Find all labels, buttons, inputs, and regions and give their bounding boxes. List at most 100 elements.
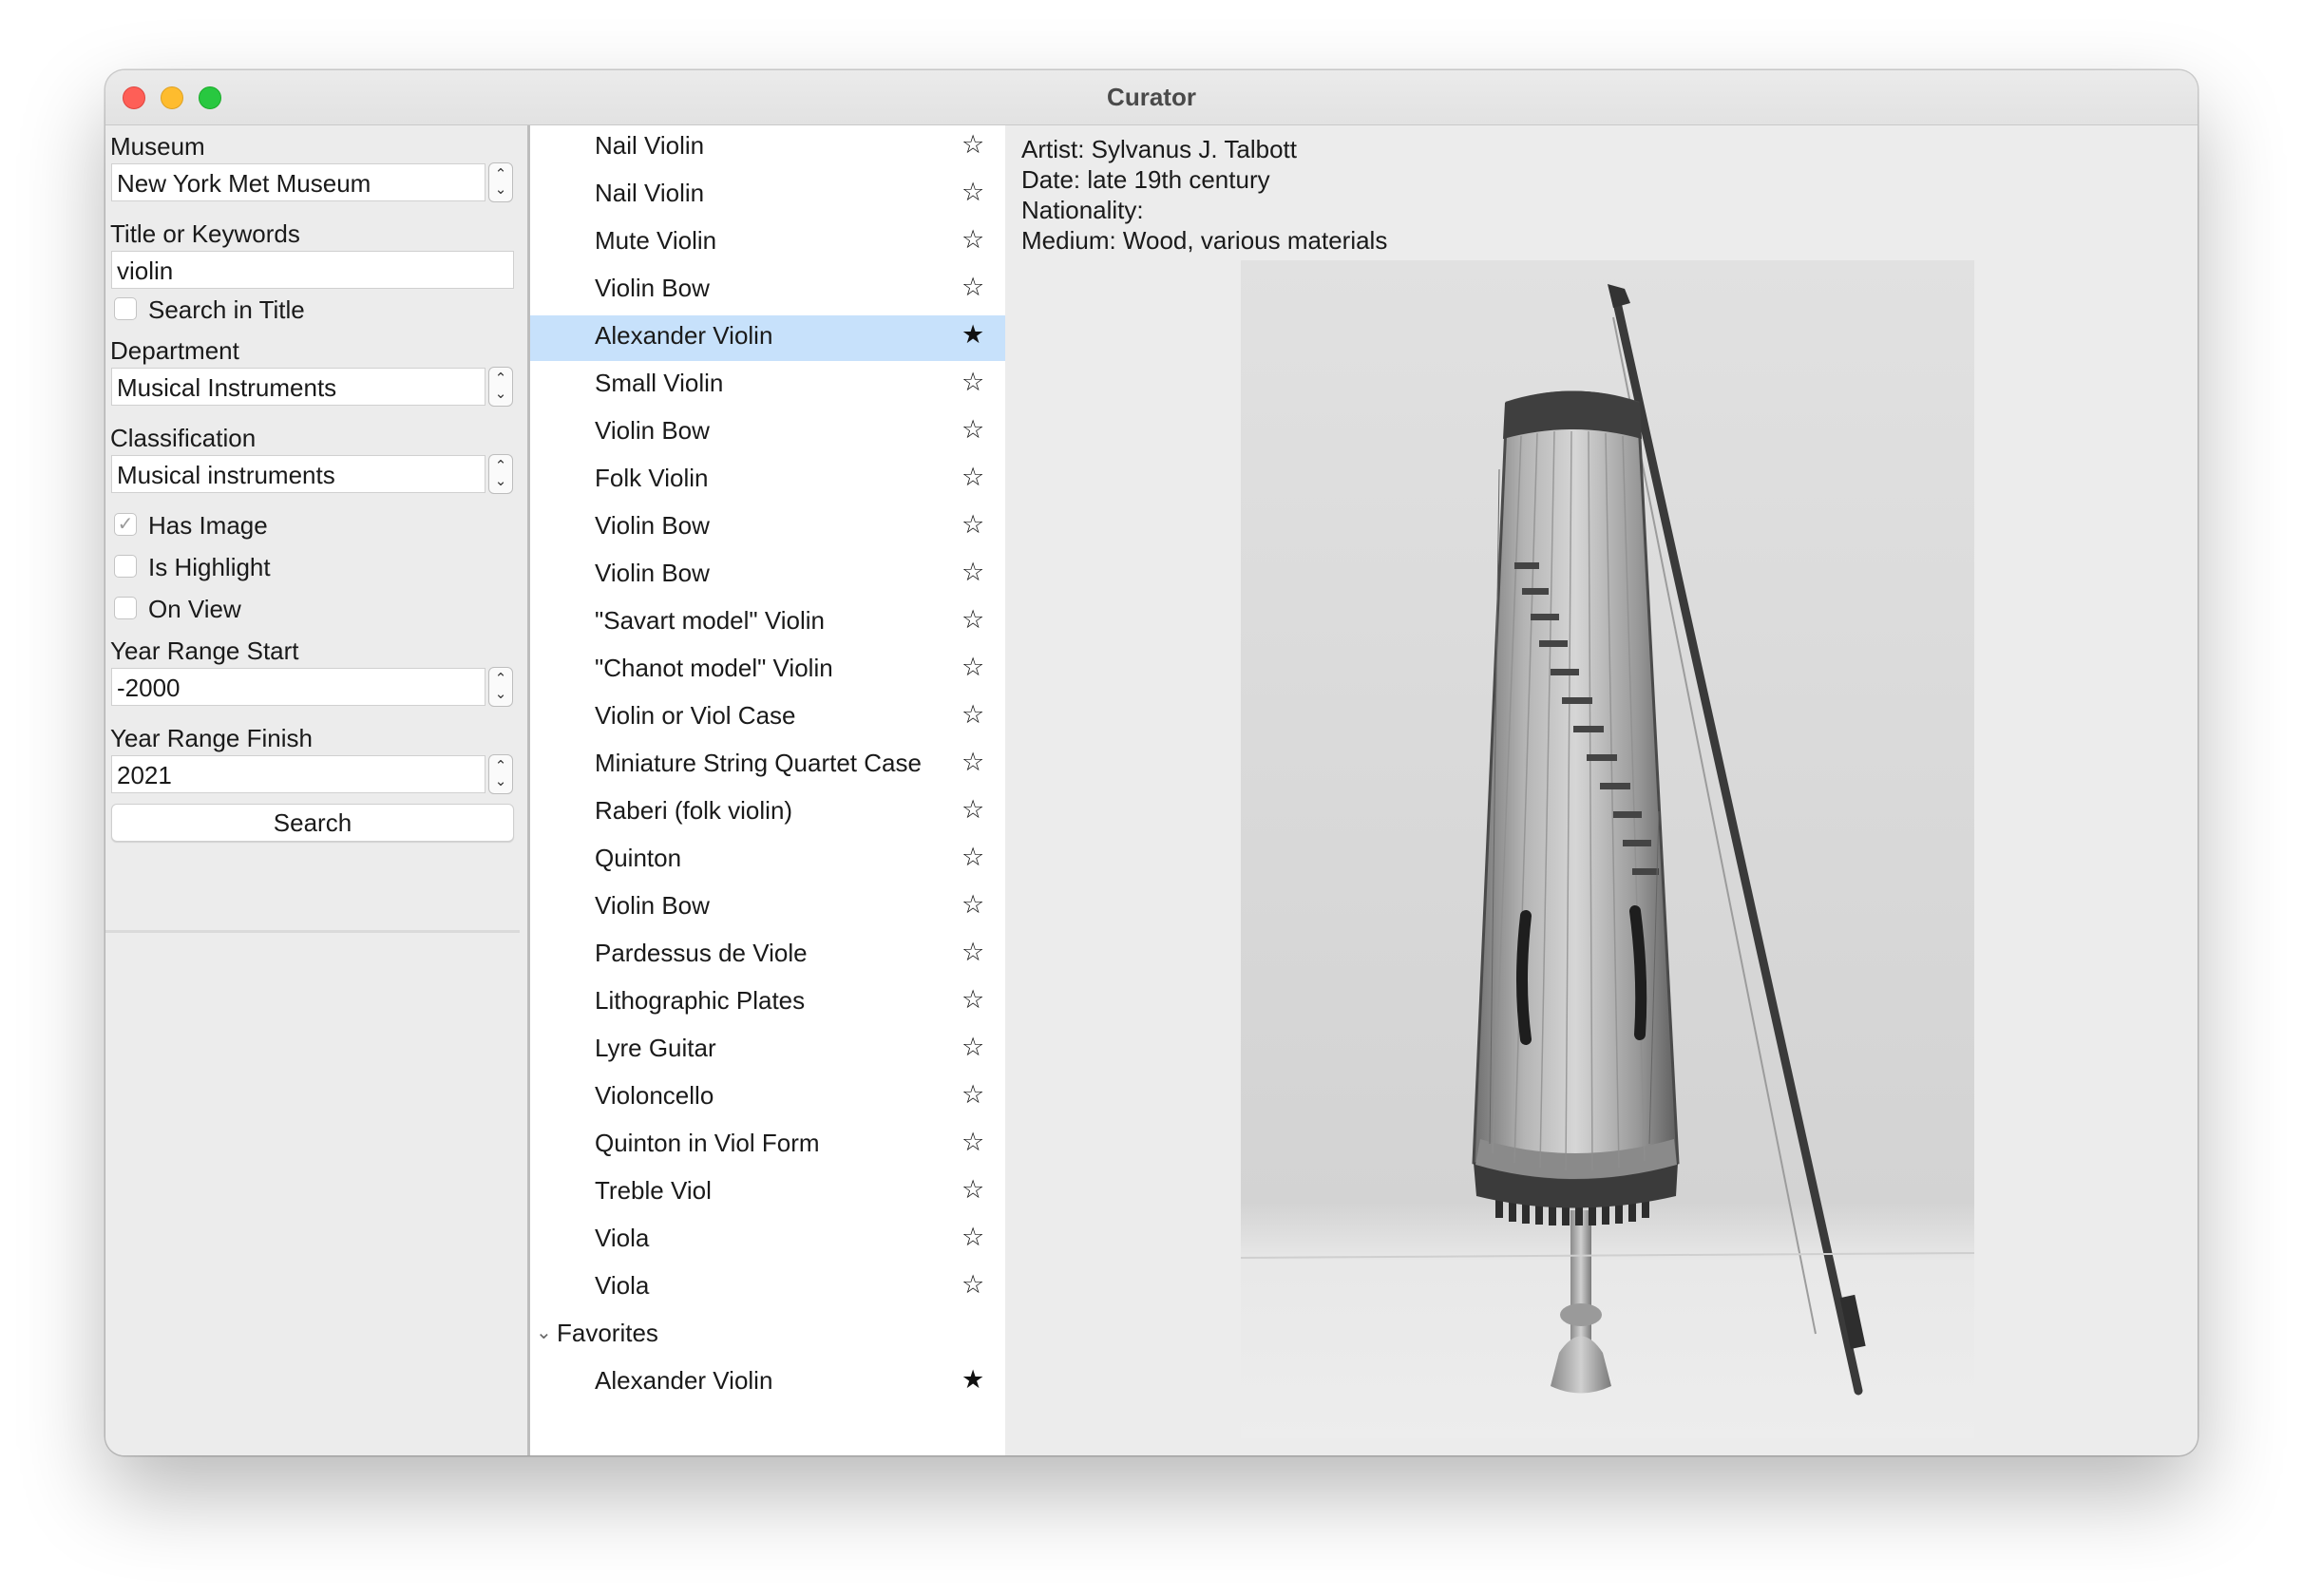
- star-outline-icon[interactable]: ☆: [961, 1175, 984, 1205]
- list-item[interactable]: Violin or Viol Case ☆: [530, 695, 1005, 741]
- list-item[interactable]: Violin Bow ☆: [530, 410, 1005, 456]
- has-image-label: Has Image: [148, 511, 268, 540]
- star-outline-icon[interactable]: ☆: [961, 510, 984, 540]
- star-outline-icon[interactable]: ☆: [961, 700, 984, 730]
- search-button[interactable]: Search: [111, 804, 514, 842]
- list-item-label: Violin or Viol Case: [595, 701, 796, 730]
- list-item-label: Lithographic Plates: [595, 986, 806, 1015]
- department-label: Department: [110, 336, 239, 365]
- filter-sidebar: Museum New York Met Museum ⌃ ⌄ Title or …: [105, 125, 524, 1455]
- star-filled-icon[interactable]: ★: [961, 320, 984, 350]
- list-item[interactable]: Small Violin ☆: [530, 363, 1005, 408]
- star-outline-icon[interactable]: ☆: [961, 130, 984, 160]
- list-item[interactable]: Nail Violin ☆: [530, 173, 1005, 218]
- star-outline-icon[interactable]: ☆: [961, 1033, 984, 1062]
- list-item[interactable]: Raberi (folk violin) ☆: [530, 790, 1005, 836]
- star-outline-icon[interactable]: ☆: [961, 795, 984, 825]
- department-select[interactable]: Musical Instruments: [111, 368, 485, 406]
- list-item[interactable]: Treble Viol ☆: [530, 1170, 1005, 1216]
- keywords-input[interactable]: violin: [111, 251, 514, 289]
- star-outline-icon[interactable]: ☆: [961, 368, 984, 397]
- list-item-label: Pardessus de Viole: [595, 939, 808, 967]
- detail-pane: Artist: Sylvanus J. Talbott Date: late 1…: [1005, 125, 2198, 1455]
- star-outline-icon[interactable]: ☆: [961, 1128, 984, 1157]
- list-item-selected[interactable]: Alexander Violin ★: [530, 315, 1005, 361]
- star-outline-icon[interactable]: ☆: [961, 463, 984, 492]
- list-item[interactable]: Lithographic Plates ☆: [530, 980, 1005, 1026]
- list-item[interactable]: Viola ☆: [530, 1265, 1005, 1311]
- star-outline-icon[interactable]: ☆: [961, 1270, 984, 1300]
- museum-select-stepper[interactable]: ⌃ ⌄: [488, 162, 513, 202]
- list-item[interactable]: Violin Bow ☆: [530, 505, 1005, 551]
- list-item[interactable]: Folk Violin ☆: [530, 458, 1005, 504]
- classification-label: Classification: [110, 424, 257, 452]
- favorite-list-item[interactable]: Alexander Violin ★: [530, 1360, 1005, 1406]
- is-highlight-label: Is Highlight: [148, 553, 271, 581]
- year-start-stepper[interactable]: ⌃ ⌄: [488, 667, 513, 707]
- chevron-down-icon[interactable]: ⌄: [536, 1320, 552, 1344]
- star-outline-icon[interactable]: ☆: [961, 890, 984, 920]
- list-item[interactable]: Violin Bow ☆: [530, 885, 1005, 931]
- app-window: Curator Museum New York Met Museum ⌃ ⌄ T…: [105, 70, 2198, 1455]
- list-item[interactable]: Mute Violin ☆: [530, 220, 1005, 266]
- title-bar[interactable]: Curator: [105, 70, 2198, 125]
- list-item[interactable]: Violoncello ☆: [530, 1075, 1005, 1121]
- artwork-image: [1241, 260, 1974, 1438]
- list-item-label: Nail Violin: [595, 131, 705, 160]
- list-item[interactable]: Quinton in Viol Form ☆: [530, 1123, 1005, 1168]
- list-item[interactable]: Viola ☆: [530, 1218, 1005, 1264]
- star-outline-icon[interactable]: ☆: [961, 605, 984, 635]
- star-outline-icon[interactable]: ☆: [961, 653, 984, 682]
- is-highlight-checkbox[interactable]: [114, 555, 137, 578]
- classification-select-stepper[interactable]: ⌃ ⌄: [488, 454, 513, 494]
- star-filled-icon[interactable]: ★: [961, 1365, 984, 1395]
- artist-text: Artist: Sylvanus J. Talbott: [1021, 135, 1297, 163]
- list-item-label: Miniature String Quartet Case: [595, 749, 922, 777]
- list-item[interactable]: "Chanot model" Violin ☆: [530, 648, 1005, 694]
- results-list[interactable]: Nail Violin ☆ Nail Violin ☆ Mute Violin ☆ V…: [530, 125, 1005, 1455]
- favorites-group-header[interactable]: ⌄ Favorites: [530, 1313, 1005, 1358]
- list-item[interactable]: Pardessus de Viole ☆: [530, 933, 1005, 978]
- list-item[interactable]: Lyre Guitar ☆: [530, 1028, 1005, 1074]
- star-outline-icon[interactable]: ☆: [961, 843, 984, 872]
- list-item[interactable]: Violin Bow ☆: [530, 553, 1005, 598]
- year-start-input[interactable]: -2000: [111, 668, 485, 706]
- medium-text: Medium: Wood, various materials: [1021, 226, 1388, 255]
- star-outline-icon[interactable]: ☆: [961, 1080, 984, 1110]
- list-item[interactable]: Violin Bow ☆: [530, 268, 1005, 314]
- star-outline-icon[interactable]: ☆: [961, 225, 984, 255]
- favorites-group-label: Favorites: [557, 1319, 658, 1347]
- year-finish-stepper[interactable]: ⌃ ⌄: [488, 754, 513, 794]
- list-item-label: Small Violin: [595, 369, 724, 397]
- search-in-title-checkbox[interactable]: [114, 297, 137, 320]
- list-item-label: Violin Bow: [595, 416, 710, 445]
- list-item[interactable]: Nail Violin ☆: [530, 125, 1005, 171]
- star-outline-icon[interactable]: ☆: [961, 273, 984, 302]
- star-outline-icon[interactable]: ☆: [961, 985, 984, 1015]
- list-item-label: "Chanot model" Violin: [595, 654, 833, 682]
- museum-select[interactable]: New York Met Museum: [111, 163, 485, 201]
- keywords-label: Title or Keywords: [110, 219, 300, 248]
- chevron-down-icon: ⌄: [494, 473, 507, 489]
- list-item-label: Quinton: [595, 844, 682, 872]
- list-item[interactable]: Quinton ☆: [530, 838, 1005, 884]
- star-outline-icon[interactable]: ☆: [961, 415, 984, 445]
- year-finish-input[interactable]: 2021: [111, 755, 485, 793]
- classification-select[interactable]: Musical instruments: [111, 455, 485, 493]
- star-outline-icon[interactable]: ☆: [961, 1223, 984, 1252]
- list-item[interactable]: Miniature String Quartet Case ☆: [530, 743, 1005, 788]
- has-image-checkbox[interactable]: ✓: [114, 513, 137, 536]
- star-outline-icon[interactable]: ☆: [961, 178, 984, 207]
- chevron-up-icon: ⌃: [494, 458, 507, 474]
- star-outline-icon[interactable]: ☆: [961, 748, 984, 777]
- list-item[interactable]: "Savart model" Violin ☆: [530, 600, 1005, 646]
- star-outline-icon[interactable]: ☆: [961, 558, 984, 587]
- list-item-label: Violin Bow: [595, 559, 710, 587]
- department-select-stepper[interactable]: ⌃ ⌄: [488, 367, 513, 407]
- year-start-label: Year Range Start: [110, 636, 299, 665]
- list-item-label: Violoncello: [595, 1081, 714, 1110]
- list-item-label: Violin Bow: [595, 891, 710, 920]
- on-view-checkbox[interactable]: [114, 597, 137, 619]
- sidebar-separator: [105, 930, 520, 933]
- star-outline-icon[interactable]: ☆: [961, 938, 984, 967]
